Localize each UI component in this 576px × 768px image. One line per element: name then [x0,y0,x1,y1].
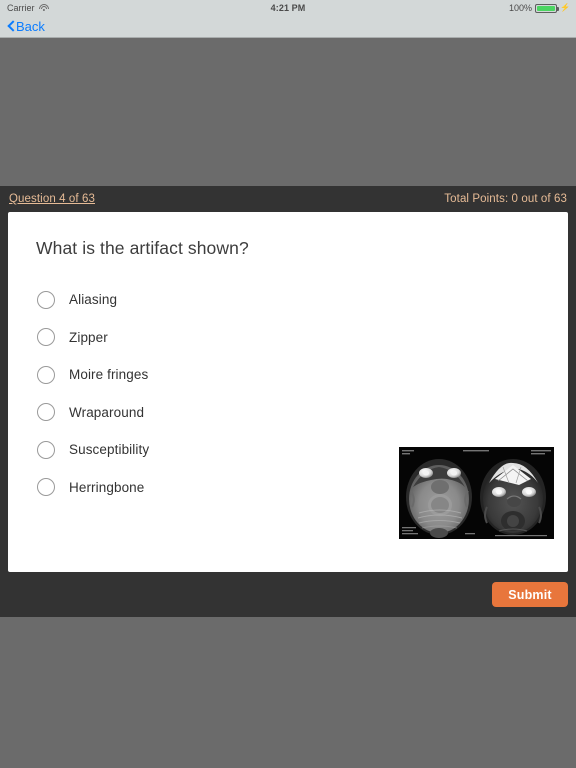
answer-option-label: Zipper [69,329,108,345]
answer-option[interactable]: Aliasing [37,281,377,319]
answer-option[interactable]: Susceptibility [37,431,377,469]
back-button[interactable]: Back [7,19,45,34]
status-bar: Carrier 4:21 PM 100% ⚡ [0,0,576,16]
mri-artifact-image [399,447,554,539]
radio-button-icon[interactable] [37,440,55,459]
battery-full-icon [535,3,560,13]
battery-percent-label: 100% [509,3,533,13]
answer-option-label: Wraparound [69,404,145,420]
answer-option[interactable]: Herringbone [37,469,377,507]
answer-option-label: Herringbone [69,479,145,495]
question-card: What is the artifact shown? Aliasing Zip… [8,212,568,572]
total-points-label: Total Points: 0 out of 63 [444,193,567,205]
answer-option-label: Susceptibility [69,442,150,458]
answer-option-label: Moire fringes [69,367,149,383]
answer-option[interactable]: Moire fringes [37,356,377,394]
app-screen: Carrier 4:21 PM 100% ⚡ Back Question 4 o… [0,0,576,768]
answer-options-list: Aliasing Zipper Moire fringes Wraparound… [37,281,377,506]
question-counter-link[interactable]: Question 4 of 63 [9,193,95,205]
navigation-bar: Back [0,16,576,38]
answer-option[interactable]: Wraparound [37,394,377,432]
submit-button[interactable]: Submit [492,582,568,607]
radio-button-icon[interactable] [37,328,55,347]
answer-option-label: Aliasing [69,292,118,308]
mri-scan-graphic [399,447,554,539]
chevron-left-icon [7,21,14,32]
question-text: What is the artifact shown? [36,238,249,258]
radio-button-icon[interactable] [37,478,55,497]
radio-button-icon[interactable] [37,365,55,384]
status-bar-right: 100% ⚡ [509,3,570,13]
answer-option[interactable]: Zipper [37,319,377,357]
radio-button-icon[interactable] [37,290,55,309]
back-button-label: Back [16,19,45,34]
radio-button-icon[interactable] [37,403,55,422]
charging-bolt-icon: ⚡ [560,3,570,12]
quiz-header: Question 4 of 63 Total Points: 0 out of … [0,186,576,212]
clock-label: 4:21 PM [270,3,306,13]
